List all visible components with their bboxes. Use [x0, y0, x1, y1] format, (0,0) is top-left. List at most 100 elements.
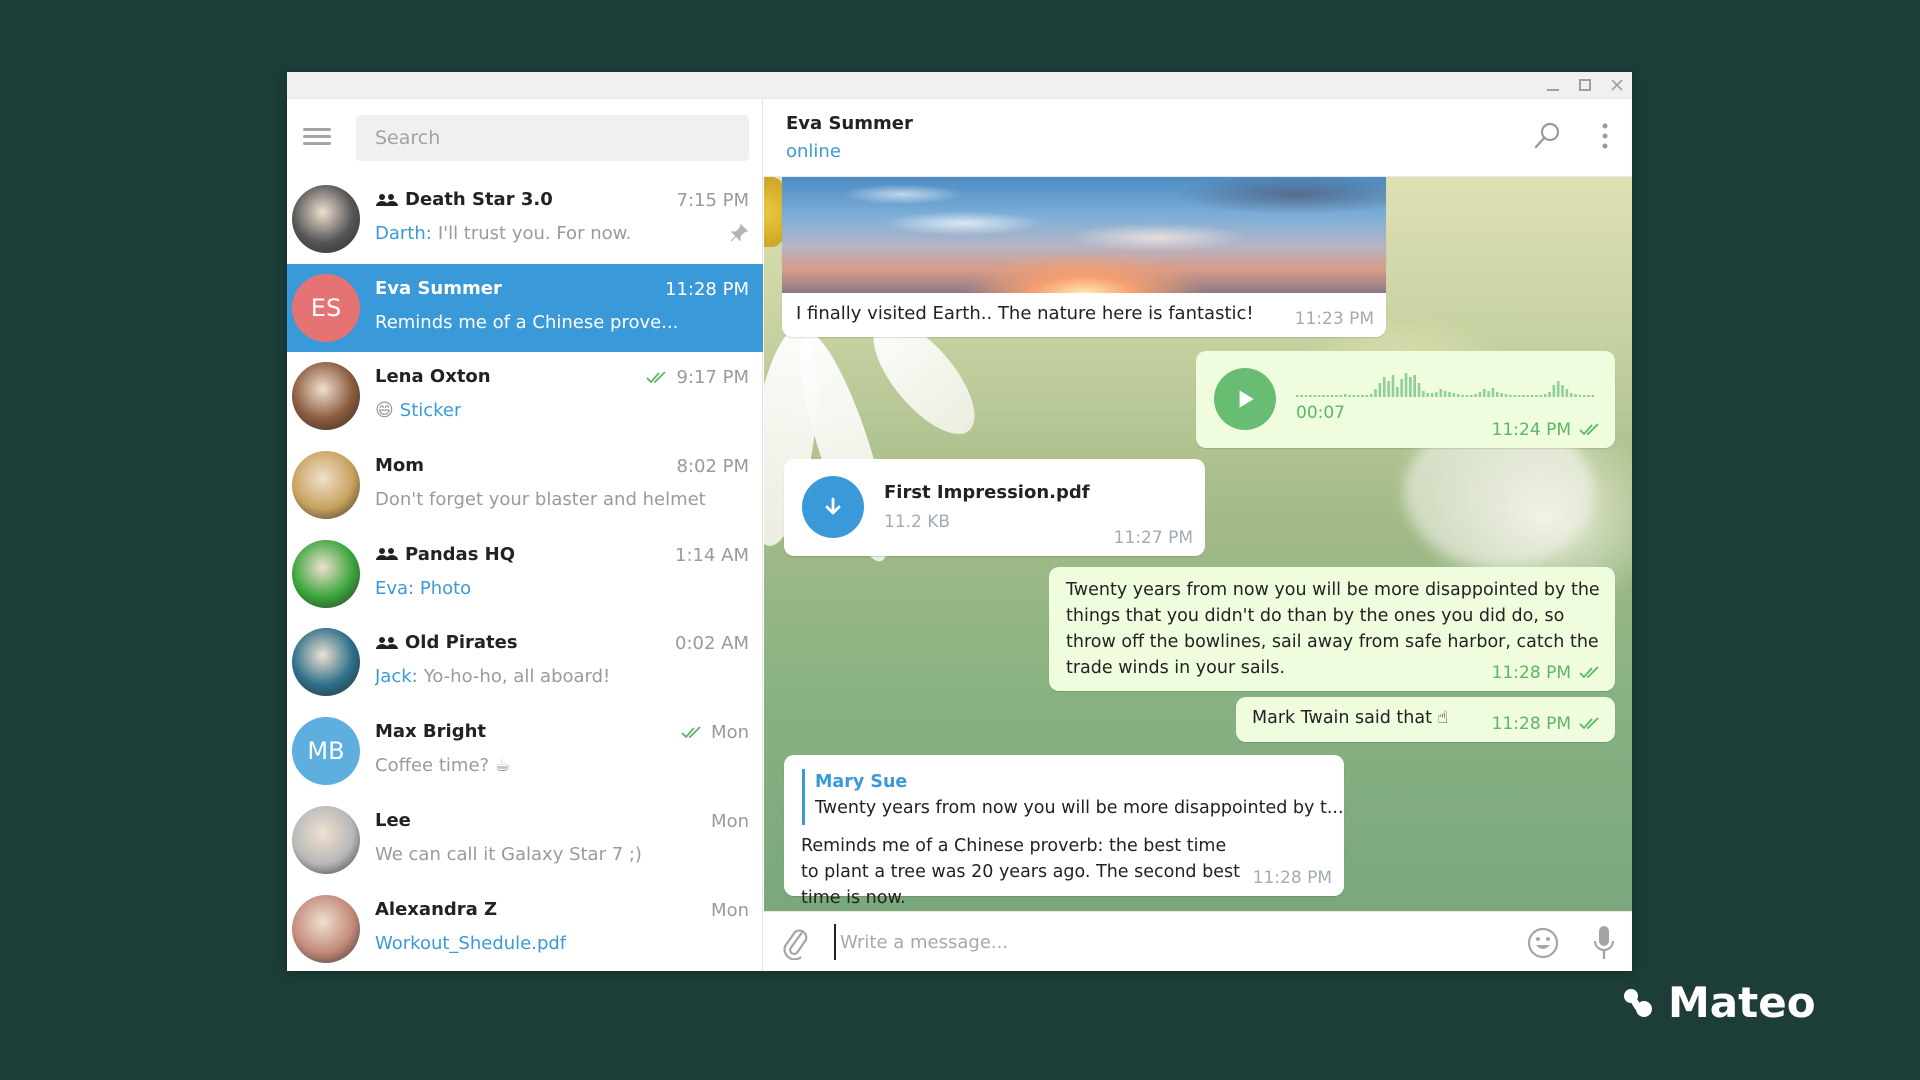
title-bar [287, 72, 1632, 99]
more-options-button[interactable] [1598, 121, 1612, 153]
chat-list-item[interactable]: Death Star 3.0 7:15 PM Darth: I'll trust yo… [287, 175, 763, 264]
chat-time: 8:02 PM [676, 456, 749, 477]
double-check-icon [1579, 666, 1599, 679]
hamburger-icon[interactable] [303, 124, 331, 150]
chat-preview: Don't forget your blaster and helmet [375, 489, 706, 510]
waveform-bar [1391, 375, 1395, 397]
chat-list-item[interactable]: MB Max Bright Mon Coffee time? ☕ [287, 707, 763, 796]
reply-message[interactable]: Mary Sue Twenty years from now you will … [784, 755, 1344, 908]
chat-list-item[interactable]: Mom 8:02 PM Don't forget your blaster and … [287, 441, 763, 530]
close-button[interactable] [1606, 76, 1628, 94]
microphone-button[interactable] [1590, 924, 1618, 962]
peer-status: online [786, 141, 841, 162]
play-button[interactable] [1214, 368, 1276, 430]
waveform-bar [1422, 391, 1425, 397]
chat-time-text: 11:28 PM [665, 278, 749, 300]
waveform-bar [1569, 393, 1573, 397]
waveform-bar [1304, 395, 1308, 397]
chat-name: Lena Oxton [375, 366, 491, 387]
chat-preview: We can call it Galaxy Star 7 ;) [375, 844, 642, 865]
avatar [292, 539, 360, 608]
avatar [292, 451, 360, 520]
waveform-bar [1530, 395, 1534, 397]
message-meta: 11:24 PM [1492, 420, 1603, 440]
waveform-bar [1478, 392, 1482, 397]
chat-search-button[interactable] [1532, 121, 1562, 151]
message-text: Reminds me of a Chinese proverb: the bes… [801, 836, 1240, 908]
chat-list-item[interactable]: Alexandra Z Mon Workout_Shedule.pdf [287, 885, 763, 972]
chat-preview: Reminds me of a Chinese prove... [375, 312, 678, 333]
waveform-bar [1374, 389, 1377, 397]
waveform-bar [1522, 395, 1525, 397]
message-input[interactable] [834, 924, 1474, 960]
waveform-bar [1526, 395, 1530, 397]
chat-list-item[interactable]: Lee Mon We can call it Galaxy Star 7 ;) [287, 796, 763, 885]
brand-name: Mateo [1668, 978, 1816, 1027]
maximize-button[interactable] [1574, 76, 1596, 94]
waveform-bar [1456, 394, 1460, 397]
group-icon [376, 193, 398, 206]
file-message[interactable]: First Impression.pdf 11.2 KB 11:27 PM [784, 459, 1205, 556]
waveform-bar [1587, 395, 1590, 397]
reply-quote[interactable]: Mary Sue Twenty years from now you will … [802, 769, 1344, 825]
chat-name-text: Old Pirates [405, 632, 518, 654]
chat-time: 1:14 AM [675, 545, 749, 566]
waveform-bar [1509, 395, 1512, 397]
sunset-photo[interactable] [782, 177, 1386, 293]
play-icon [1239, 390, 1254, 408]
voice-message[interactable]: 00:07 11:24 PM [1196, 351, 1615, 448]
minimize-button[interactable] [1542, 76, 1564, 94]
message-meta: 11:23 PM [1295, 309, 1374, 329]
chat-name-text: Mom [375, 455, 425, 477]
text-message[interactable]: Mark Twain said that ☝ 11:28 PM [1236, 697, 1615, 742]
chat-time: Mon [711, 900, 749, 921]
waveform-bar [1343, 394, 1347, 397]
waveform-bar [1535, 395, 1538, 397]
file-name[interactable]: First Impression.pdf [884, 482, 1090, 503]
waveform-bar [1435, 392, 1438, 397]
search-input[interactable] [356, 115, 749, 161]
chat-list-item[interactable]: ES Eva Summer 11:28 PM Reminds me of a Chin… [287, 263, 763, 353]
waveform-bar [1356, 395, 1360, 397]
chat-name: Lee [375, 810, 411, 831]
waveform-bar [1482, 389, 1486, 397]
waveform-bar [1313, 395, 1316, 397]
chat-name: Max Bright [375, 721, 486, 742]
chat-list-item[interactable]: Pandas HQ 1:14 AM Eva: Photo [287, 530, 763, 619]
message-time: 11:28 PM [1491, 663, 1571, 683]
message-area[interactable]: I finally visited Earth.. The nature her… [764, 177, 1632, 911]
waveform-bar [1322, 395, 1325, 397]
double-check-icon [681, 725, 701, 738]
chat-time: 9:17 PM [646, 367, 749, 388]
sidebar: Death Star 3.0 7:15 PM Darth:I'll trust yo… [287, 99, 763, 971]
message-meta: 11:28 PM [1492, 663, 1603, 683]
attach-button[interactable] [780, 926, 810, 961]
waveform-bar [1378, 383, 1382, 397]
peer-name[interactable]: Eva Summer [786, 113, 913, 134]
chat-time-text: Mon [711, 810, 749, 832]
preview-sender: Darth: [375, 223, 432, 244]
download-button[interactable] [802, 476, 864, 538]
message-time: 11:23 PM [1294, 309, 1374, 329]
download-arrow-icon [825, 497, 841, 515]
voice-waveform[interactable] [1296, 371, 1596, 399]
chat-time: Mon [711, 811, 749, 832]
waveform-bar [1582, 395, 1586, 397]
waveform-bar [1474, 394, 1477, 397]
preview-text: Sticker [399, 400, 462, 422]
sidebar-header [287, 99, 762, 175]
chat-list-item[interactable]: Old Pirates 0:02 AM Jack: Yo-ho-ho, all abo… [287, 618, 763, 707]
chat-preview: 😄 Sticker [375, 400, 461, 421]
chat-time-text: 1:14 AM [675, 544, 749, 566]
emoji-button[interactable] [1526, 926, 1560, 960]
message-time: 11:28 PM [1252, 868, 1332, 888]
waveform-bar [1361, 395, 1364, 397]
waveform-bar [1400, 379, 1403, 397]
photo-message[interactable]: I finally visited Earth.. The nature her… [782, 177, 1386, 337]
waveform-bar [1404, 373, 1408, 397]
chat-header: Eva Summer online [764, 99, 1632, 177]
chat-list-item[interactable]: Lena Oxton 9:17 PM 😄 Sticker [287, 352, 763, 441]
text-message[interactable]: Twenty years from now you will be more d… [1049, 567, 1615, 691]
waveform-bar [1443, 391, 1447, 397]
waveform-bar [1517, 395, 1521, 397]
